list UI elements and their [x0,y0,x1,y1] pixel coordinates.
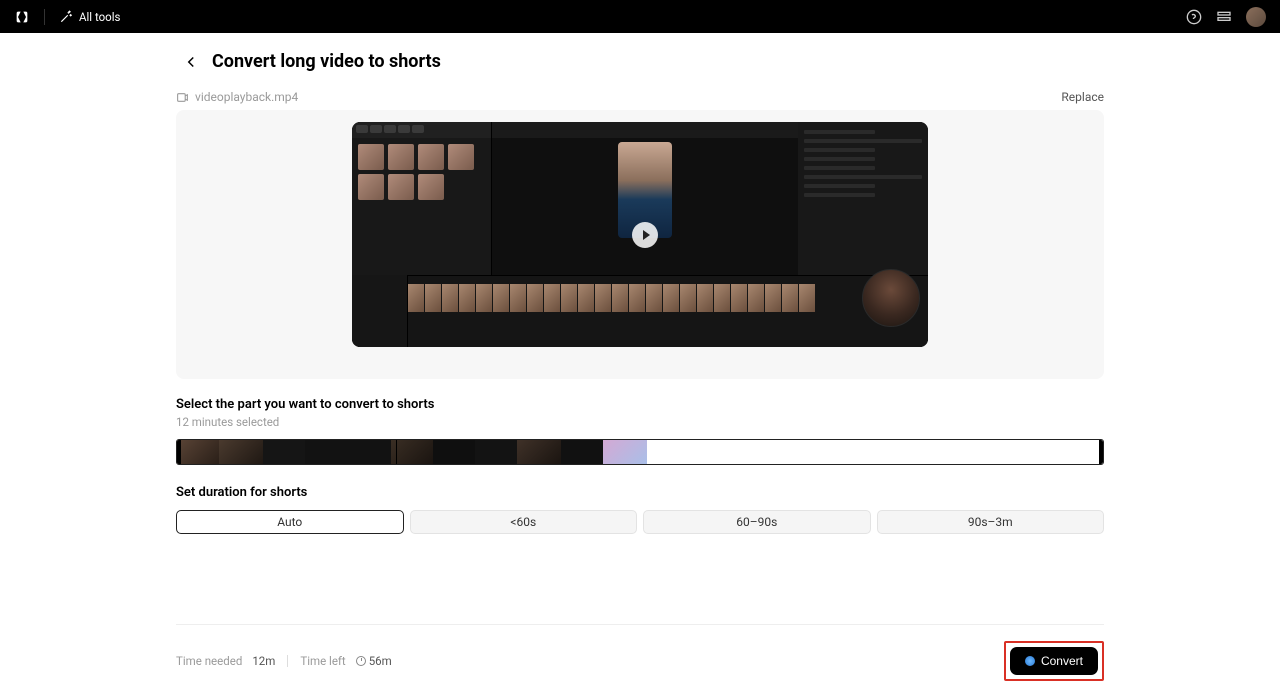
topbar-divider [44,9,45,25]
preview-thumbnails [352,138,491,206]
content: Convert long video to shorts videoplayba… [176,33,1104,681]
preview-pip-avatar [862,269,920,327]
help-icon[interactable] [1186,9,1202,25]
top-bar: All tools [0,0,1280,33]
main-area: Convert long video to shorts videoplayba… [0,33,1280,681]
convert-button[interactable]: Convert [1010,647,1098,675]
footer: Time needed 12m Time left 56m Convert [176,624,1104,681]
convert-label: Convert [1041,654,1083,668]
page-title: Convert long video to shorts [212,51,441,72]
duration-option-60-90s[interactable]: 60–90s [643,510,871,534]
duration-label: Set duration for shorts [176,485,1104,500]
select-section-sub: 12 minutes selected [176,415,1104,429]
duration-option-60s[interactable]: <60s [410,510,638,534]
preview-media-tabs [352,122,491,138]
gem-icon [1025,656,1035,666]
footer-divider [287,655,288,667]
user-avatar[interactable] [1246,7,1266,27]
time-left-value: 56m [356,654,392,668]
tasks-icon[interactable] [1216,9,1232,25]
all-tools-button[interactable]: All tools [59,10,120,24]
time-needed-value: 12m [252,654,275,668]
selection-handle-left[interactable] [177,440,181,464]
preview-wrap [176,110,1104,379]
preview-timeline [352,275,928,347]
back-button[interactable] [182,53,200,71]
selection-handle-right[interactable] [1099,440,1103,464]
filename: videoplayback.mp4 [195,90,298,104]
topbar-right [1186,7,1266,27]
playhead[interactable] [392,439,400,465]
play-icon [643,230,650,240]
file-left: videoplayback.mp4 [176,90,298,104]
app-logo-icon[interactable] [14,9,30,25]
file-row: videoplayback.mp4 Replace [176,90,1104,104]
wand-icon [59,10,73,24]
select-section-label: Select the part you want to convert to s… [176,397,1104,412]
replace-button[interactable]: Replace [1061,90,1104,104]
page-header: Convert long video to shorts [176,51,1104,72]
video-file-icon [176,91,189,104]
topbar-left: All tools [14,9,120,25]
clock-icon [356,656,366,666]
time-left-label: Time left [300,654,345,668]
duration-option-auto[interactable]: Auto [176,510,404,534]
footer-left: Time needed 12m Time left 56m [176,654,392,668]
convert-highlight: Convert [1004,641,1104,681]
duration-options: Auto <60s 60–90s 90s–3m [176,510,1104,534]
video-preview[interactable] [352,122,928,347]
all-tools-label: All tools [79,10,120,24]
time-needed-label: Time needed [176,654,242,668]
selection-timeline[interactable] [176,439,1104,465]
duration-option-90s-3m[interactable]: 90s–3m [877,510,1105,534]
play-button[interactable] [632,222,658,248]
